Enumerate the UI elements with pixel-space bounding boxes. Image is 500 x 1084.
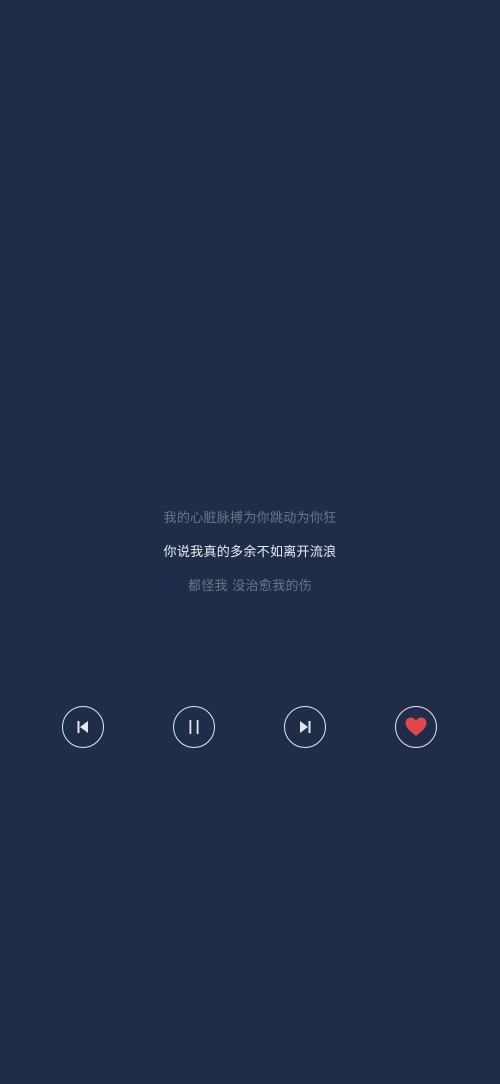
pause-button[interactable] [173,706,215,748]
lyric-line-previous: 我的心脏脉搏为你跳动为你狂 [163,511,337,526]
skip-previous-icon [75,719,91,735]
previous-track-button[interactable] [62,706,104,748]
heart-icon [405,717,427,737]
lyrics-panel: 我的心脏脉搏为你跳动为你狂 你说我真的多余不如离开流浪 都怪我 没治愈我的伤 [0,505,500,607]
playback-controls [0,706,500,750]
player-screen: 我的心脏脉搏为你跳动为你狂 你说我真的多余不如离开流浪 都怪我 没治愈我的伤 [0,0,500,1084]
pause-icon [186,719,202,735]
like-button[interactable] [395,706,437,748]
lyric-line-current: 你说我真的多余不如离开流浪 [163,545,337,560]
skip-next-icon [297,719,313,735]
lyric-line-next: 都怪我 没治愈我的伤 [187,579,313,594]
next-track-button[interactable] [284,706,326,748]
